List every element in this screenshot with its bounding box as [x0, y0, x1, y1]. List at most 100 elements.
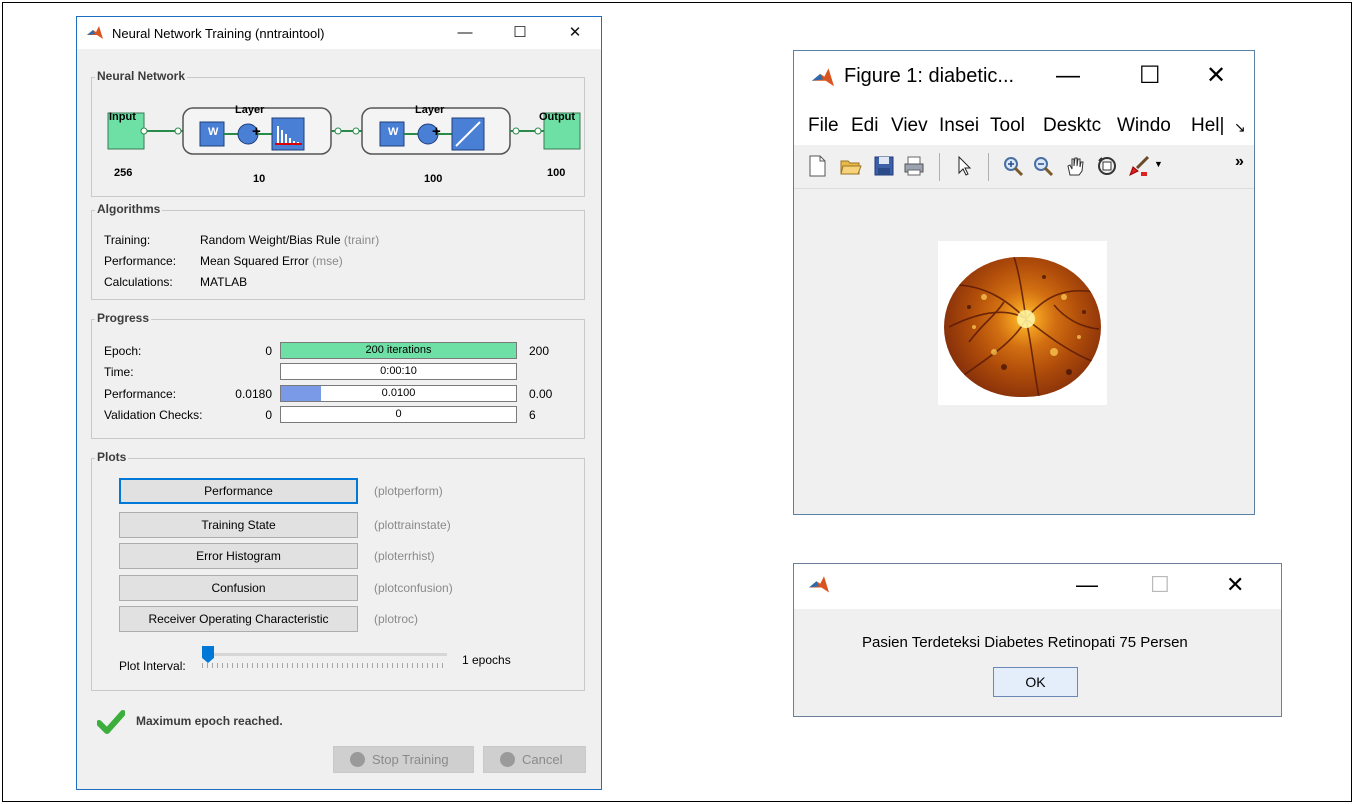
figure-title: Figure 1: diabetic...	[844, 65, 1015, 87]
maximize-button[interactable]: ☐	[1139, 61, 1161, 91]
pan-hand-icon[interactable]	[1064, 155, 1086, 177]
input-label: Input	[109, 111, 136, 123]
plot-interval-slider[interactable]	[202, 646, 447, 671]
plot-function-name: (plottrainstate)	[374, 518, 451, 532]
ok-button[interactable]: OK	[993, 667, 1078, 697]
data-brush-icon[interactable]	[1128, 155, 1150, 177]
maximize-button: ☐	[1150, 572, 1170, 597]
figure-toolbar: ▼ »	[794, 145, 1254, 189]
open-file-icon[interactable]	[840, 155, 862, 177]
validation-progress-bar: 0	[280, 406, 517, 423]
progress-end: 200	[529, 344, 550, 358]
message-dialog: — ☐ ✕ Pasien Terdeteksi Diabetes Retinop…	[793, 563, 1282, 717]
output-layer-label: Layer	[415, 104, 445, 116]
matlab-icon	[87, 26, 103, 39]
output-layer-size: 100	[424, 173, 443, 185]
time-progress-bar: 0:00:10	[280, 363, 517, 380]
plot-roc-button[interactable]: Receiver Operating Characteristic	[119, 606, 358, 632]
print-icon[interactable]	[903, 155, 925, 177]
menu-help[interactable]: Hel|	[1191, 115, 1224, 137]
progress-label: Validation Checks:	[104, 408, 203, 422]
minimize-button[interactable]: —	[1056, 61, 1080, 91]
slider-thumb[interactable]	[202, 646, 214, 663]
retina-vessels	[948, 257, 1100, 397]
plot-function-name: (plotconfusion)	[374, 581, 453, 595]
menu-overflow-icon[interactable]: ↘	[1234, 119, 1246, 136]
axes-area	[938, 241, 1107, 405]
close-button[interactable]: ✕	[552, 17, 598, 49]
neural-network-group: Neural Network Input 256 Layer 10 Layer …	[91, 69, 585, 197]
progress-label: Epoch:	[104, 344, 142, 358]
minimize-button[interactable]: —	[442, 17, 488, 49]
menu-window[interactable]: Windo	[1117, 115, 1171, 137]
menu-edit[interactable]: Edi	[851, 115, 878, 137]
toolbar-overflow-icon[interactable]: »	[1235, 153, 1244, 171]
menu-file[interactable]: File	[808, 115, 839, 137]
dialog-title-bar: — ☐ ✕	[794, 564, 1281, 609]
plots-group: Plots Performance (plotperform) Training…	[91, 450, 585, 691]
cancel-button[interactable]: Cancel	[483, 746, 586, 773]
plot-error-histogram-button[interactable]: Error Histogram	[119, 543, 358, 569]
cancel-icon	[500, 752, 515, 767]
plot-interval-label: Plot Interval:	[119, 659, 186, 673]
figure-title-bar: Figure 1: diabetic... — ☐ ✕	[794, 51, 1254, 109]
rotate-3d-icon[interactable]	[1096, 155, 1118, 177]
status-message: Maximum epoch reached.	[136, 714, 283, 728]
plot-training-state-button[interactable]: Training State	[119, 512, 358, 538]
nntraintool-window: Neural Network Training (nntraintool) — …	[76, 16, 602, 790]
matlab-icon	[812, 68, 834, 87]
hidden-sum-symbol: +	[252, 123, 261, 140]
menu-insert[interactable]: Insei	[939, 115, 979, 137]
menu-view[interactable]: Viev	[891, 115, 928, 137]
connector-node	[140, 127, 148, 135]
checkmark-icon	[97, 710, 125, 734]
progress-group: Progress Epoch: 0 200 iterations 200 Tim…	[91, 311, 585, 439]
menu-bar: File Edi Viev Insei Tool Desktc Windo He…	[794, 109, 1254, 145]
zoom-in-icon[interactable]	[1002, 155, 1024, 177]
menu-desktop[interactable]: Desktc	[1043, 115, 1101, 137]
title-bar: Neural Network Training (nntraintool) — …	[77, 17, 601, 49]
minimize-button[interactable]: —	[1076, 572, 1098, 598]
retina-fundus-image	[944, 257, 1101, 397]
close-button[interactable]: ✕	[1226, 572, 1244, 598]
progress-start: 0	[265, 408, 272, 422]
save-icon[interactable]	[873, 155, 895, 177]
algorithm-value: Random Weight/Bias Rule (trainr)	[200, 233, 380, 247]
maximize-button[interactable]: ☐	[497, 17, 543, 49]
output-size: 100	[547, 167, 566, 179]
brush-dropdown-icon[interactable]: ▼	[1154, 159, 1163, 169]
progress-end: 6	[529, 408, 536, 422]
algorithm-label: Training:	[104, 233, 151, 247]
progress-start: 0	[265, 344, 272, 358]
algorithm-label: Performance:	[104, 254, 177, 268]
performance-progress-bar: 0.0100	[280, 385, 517, 402]
progress-label: Performance:	[104, 387, 177, 401]
algorithm-value: MATLAB	[200, 275, 248, 289]
close-button[interactable]: ✕	[1206, 61, 1226, 91]
plot-performance-button[interactable]: Performance	[119, 478, 358, 504]
stop-training-button[interactable]: Stop Training	[333, 746, 474, 773]
hidden-layer-label: Layer	[235, 104, 265, 116]
new-figure-icon[interactable]	[806, 155, 828, 177]
output-weight-symbol: W	[388, 126, 399, 138]
dialog-message: Pasien Terdeteksi Diabetes Retinopati 75…	[862, 634, 1188, 651]
input-size: 256	[114, 167, 133, 179]
output-label: Output	[539, 111, 576, 123]
plot-function-name: (ploterrhist)	[374, 549, 435, 563]
window-title: Neural Network Training (nntraintool)	[112, 26, 325, 41]
group-title: Progress	[95, 311, 152, 325]
figure-window: Figure 1: diabetic... — ☐ ✕ File Edi Vie…	[793, 50, 1255, 515]
hidden-weight-symbol: W	[208, 126, 219, 138]
algorithm-value: Mean Squared Error (mse)	[200, 254, 343, 268]
algorithm-label: Calculations:	[104, 275, 173, 289]
matlab-icon	[809, 576, 829, 593]
hidden-transfer-block	[271, 117, 305, 151]
progress-end: 0.00	[529, 387, 553, 401]
menu-tools[interactable]: Tool	[990, 115, 1025, 137]
algorithms-group: Algorithms Training: Random Weight/Bias …	[91, 202, 585, 300]
plot-confusion-button[interactable]: Confusion	[119, 575, 358, 601]
epoch-progress-bar: 200 iterations	[280, 342, 517, 359]
zoom-out-icon[interactable]	[1032, 155, 1054, 177]
pointer-icon[interactable]	[954, 155, 976, 177]
plot-interval-value: 1 epochs	[462, 653, 511, 667]
